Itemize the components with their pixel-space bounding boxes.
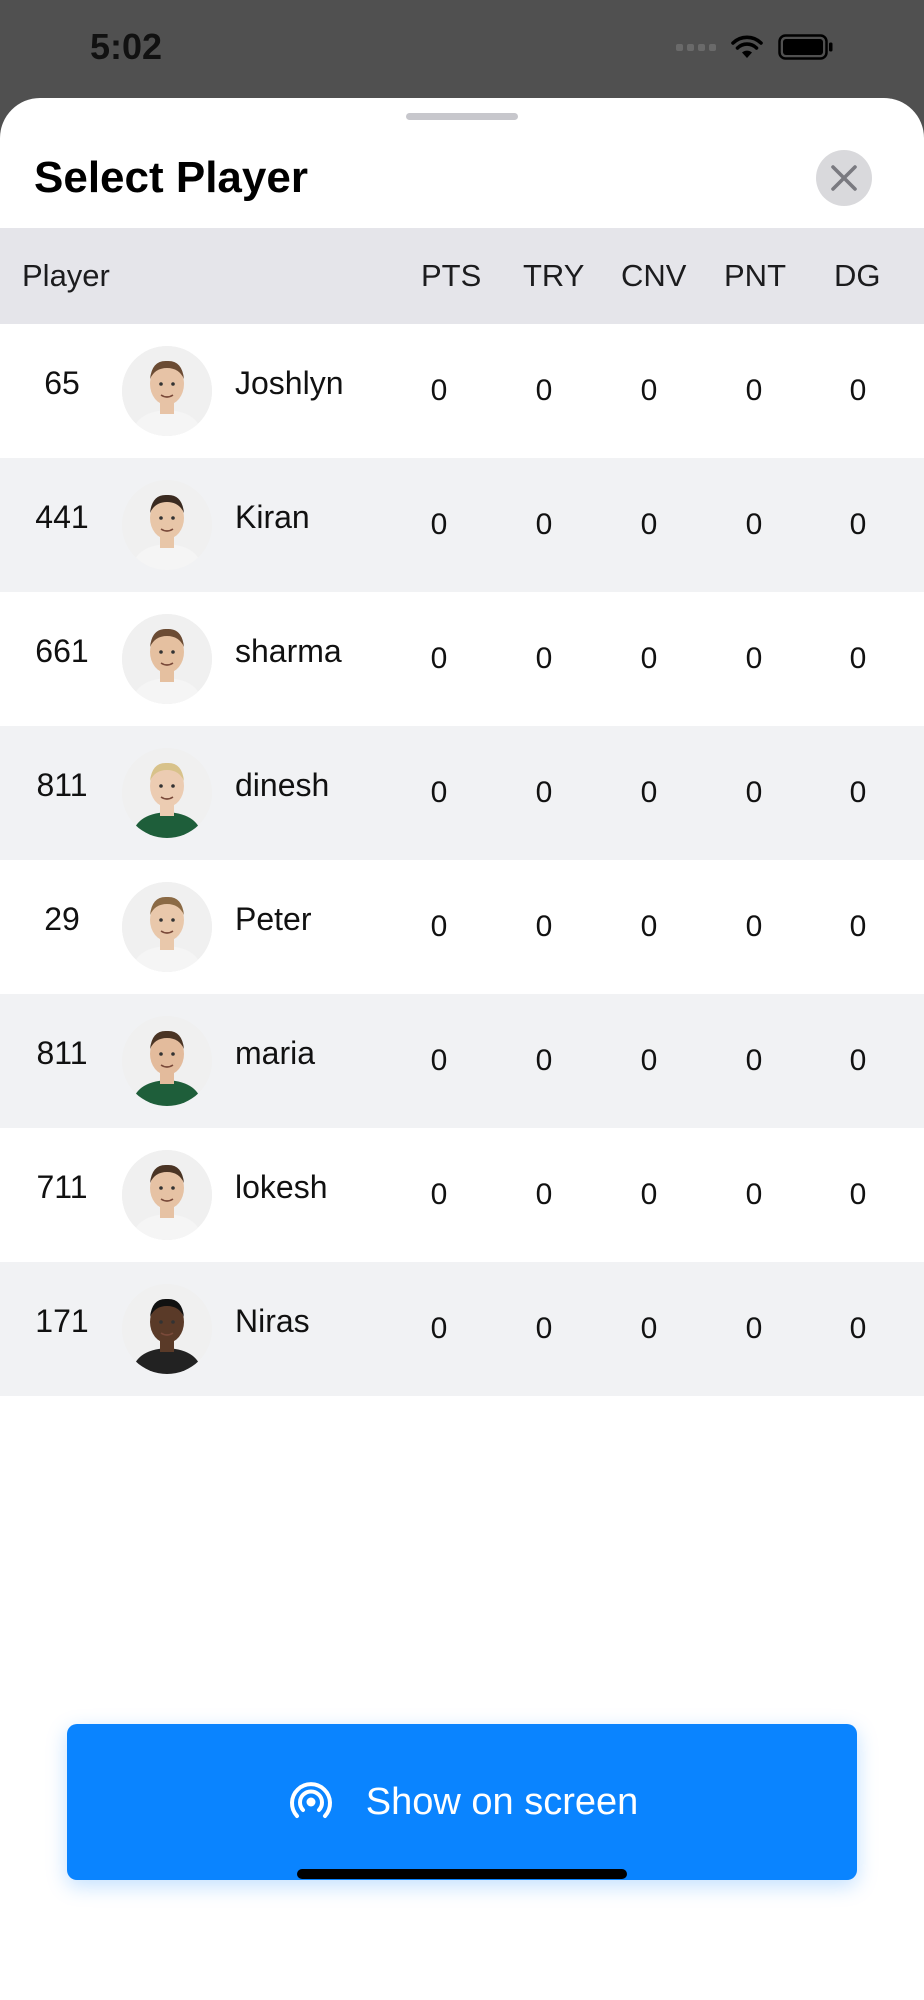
player-name: sharma (235, 633, 342, 669)
wifi-icon (731, 35, 763, 58)
player-number: 811 (36, 1035, 88, 1071)
table-row[interactable]: 441 Kiran 0 0 0 0 0 (0, 458, 924, 592)
avatar (122, 1016, 212, 1106)
stat-try: 0 (535, 1178, 553, 1211)
avatar (122, 748, 212, 838)
close-icon (831, 165, 857, 191)
table-row[interactable]: 29 Peter 0 0 0 0 0 (0, 860, 924, 994)
stat-pts: 0 (430, 508, 448, 541)
player-number: 65 (44, 365, 80, 401)
player-name: Joshlyn (235, 365, 344, 401)
column-header-pts: PTS (421, 258, 482, 293)
home-indicator (297, 1869, 627, 1879)
avatar (122, 882, 212, 972)
stat-pts: 0 (430, 1044, 448, 1077)
stat-try: 0 (535, 374, 553, 407)
stat-cnv: 0 (640, 776, 658, 809)
player-name: Kiran (235, 499, 310, 535)
player-name: dinesh (235, 767, 330, 803)
stat-cnv: 0 (640, 1178, 658, 1211)
avatar (122, 346, 212, 436)
player-table: 65 Joshlyn 0 0 0 0 0 441 Kiran 0 0 0 0 0 661 sharma 0 0 0 0… (0, 324, 924, 1396)
table-row[interactable]: 711 lokesh 0 0 0 0 0 (0, 1128, 924, 1262)
stat-pnt: 0 (745, 776, 763, 809)
column-header-try: TRY (523, 258, 585, 293)
player-number: 29 (44, 901, 80, 937)
avatar (122, 1284, 212, 1374)
stat-dg: 0 (849, 642, 867, 675)
stat-dg: 0 (849, 1178, 867, 1211)
stat-dg: 0 (849, 374, 867, 407)
stat-pnt: 0 (745, 1312, 763, 1345)
select-player-sheet: Select Player Player PTS TRY CNV PNT DG … (0, 98, 924, 2000)
stat-try: 0 (535, 776, 553, 809)
avatar (122, 614, 212, 704)
show-on-screen-button[interactable]: Show on screen (67, 1724, 857, 1880)
player-number: 661 (35, 633, 89, 669)
stat-cnv: 0 (640, 374, 658, 407)
stat-pts: 0 (430, 776, 448, 809)
stat-try: 0 (535, 1312, 553, 1345)
sheet-title: Select Player (34, 153, 308, 202)
player-number: 711 (36, 1169, 88, 1205)
stat-try: 0 (535, 1044, 553, 1077)
table-row[interactable]: 811 maria 0 0 0 0 0 (0, 994, 924, 1128)
airplay-broadcast-icon (289, 1782, 332, 1818)
stat-cnv: 0 (640, 1044, 658, 1077)
table-row[interactable]: 811 dinesh 0 0 0 0 0 (0, 726, 924, 860)
stat-dg: 0 (849, 508, 867, 541)
close-button[interactable] (816, 150, 872, 206)
stat-pnt: 0 (745, 910, 763, 943)
table-header: Player PTS TRY CNV PNT DG (0, 228, 924, 324)
stat-pts: 0 (430, 1312, 448, 1345)
stat-cnv: 0 (640, 1312, 658, 1345)
sheet-grabber[interactable] (406, 113, 518, 120)
player-number: 441 (35, 499, 89, 535)
stat-pnt: 0 (745, 374, 763, 407)
show-on-screen-label: Show on screen (365, 1780, 639, 1823)
stat-cnv: 0 (640, 642, 658, 675)
cellular-signal-icon (676, 43, 716, 51)
status-bar: 5:02 (0, 0, 924, 98)
stat-try: 0 (535, 508, 553, 541)
stat-pnt: 0 (745, 1178, 763, 1211)
column-header-dg: DG (834, 258, 881, 293)
avatar (122, 1150, 212, 1240)
table-row[interactable]: 661 sharma 0 0 0 0 0 (0, 592, 924, 726)
column-header-player: Player (22, 258, 110, 293)
column-header-pnt: PNT (724, 258, 786, 293)
stat-cnv: 0 (640, 910, 658, 943)
stat-dg: 0 (849, 1044, 867, 1077)
stat-cnv: 0 (640, 508, 658, 541)
stat-pnt: 0 (745, 1044, 763, 1077)
player-number: 171 (35, 1303, 89, 1339)
column-header-cnv: CNV (621, 258, 687, 293)
stat-pts: 0 (430, 1178, 448, 1211)
player-number: 811 (36, 767, 88, 803)
table-row[interactable]: 65 Joshlyn 0 0 0 0 0 (0, 324, 924, 458)
stat-pnt: 0 (745, 508, 763, 541)
stat-pnt: 0 (745, 642, 763, 675)
avatar (122, 480, 212, 570)
stat-dg: 0 (849, 776, 867, 809)
player-name: maria (235, 1035, 316, 1071)
status-icons (676, 34, 834, 60)
stat-dg: 0 (849, 1312, 867, 1345)
player-name: Peter (235, 901, 312, 937)
player-name: Niras (235, 1303, 310, 1339)
stat-pts: 0 (430, 374, 448, 407)
stat-dg: 0 (849, 910, 867, 943)
stat-pts: 0 (430, 910, 448, 943)
stat-try: 0 (535, 910, 553, 943)
table-row[interactable]: 171 Niras 0 0 0 0 0 (0, 1262, 924, 1396)
status-time: 5:02 (90, 26, 163, 67)
battery-icon (778, 34, 833, 60)
stat-try: 0 (535, 642, 553, 675)
player-name: lokesh (235, 1169, 328, 1205)
stat-pts: 0 (430, 642, 448, 675)
